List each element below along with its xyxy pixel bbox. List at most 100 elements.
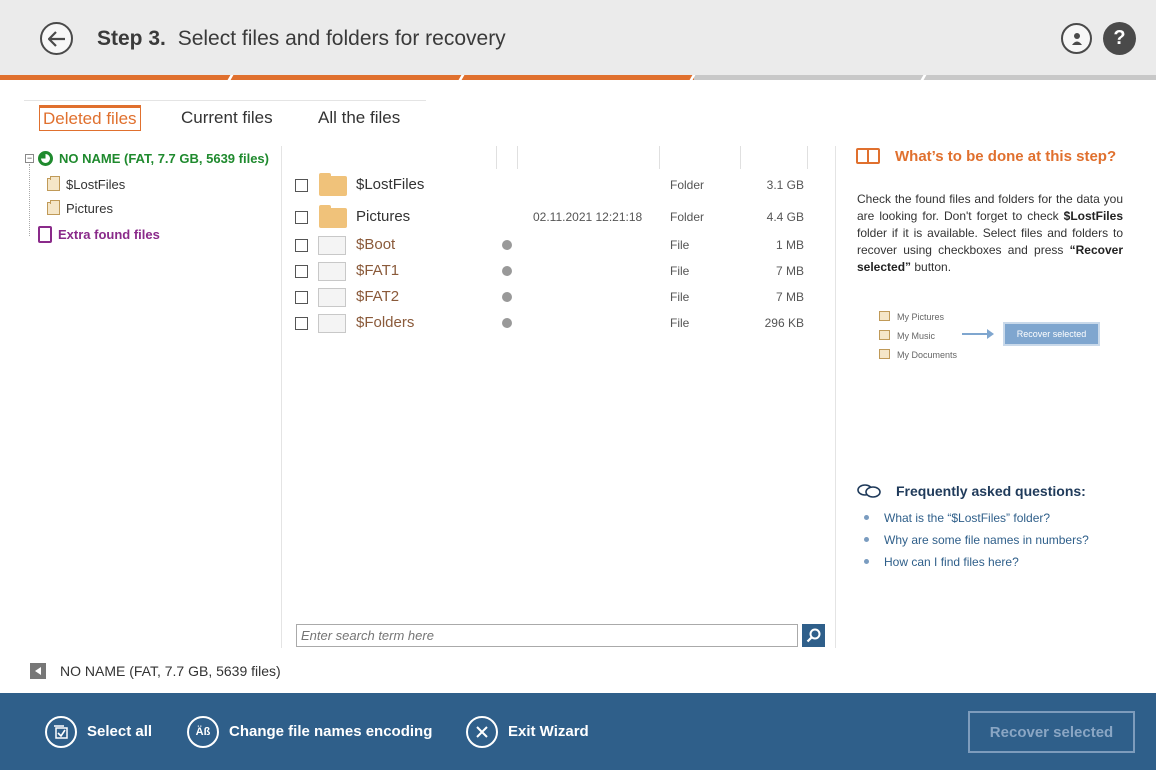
- step-title: Select files and folders for recovery: [177, 27, 506, 50]
- illustration-item: My Documents: [897, 350, 958, 360]
- faq-link[interactable]: Why are some file names in numbers?: [884, 533, 1089, 547]
- file-name: $FAT1: [356, 262, 400, 279]
- search-input[interactable]: [296, 624, 798, 647]
- file-size: 4.4 GB: [766, 210, 804, 224]
- tree-item-label: $LostFiles: [66, 177, 126, 192]
- book-icon: [856, 148, 880, 164]
- file-name: $LostFiles: [356, 176, 425, 193]
- exit-wizard-label: Exit Wizard: [508, 723, 589, 740]
- faq-title: Frequently asked questions:: [896, 483, 1086, 499]
- file-type: File: [670, 264, 690, 278]
- search-icon: [806, 628, 821, 643]
- help-text-part: button.: [911, 260, 952, 274]
- file-checkbox[interactable]: [295, 179, 308, 192]
- column-divider[interactable]: [740, 146, 741, 169]
- file-date: 02.11.2021 12:21:18: [533, 210, 643, 224]
- tree-item-label: Pictures: [66, 201, 113, 216]
- tab-current-files[interactable]: Current files: [181, 108, 273, 128]
- file-row[interactable]: $FAT1 File 7 MB: [283, 258, 836, 284]
- deleted-status-icon: [502, 292, 512, 302]
- file-icon: [318, 236, 346, 255]
- faq-link[interactable]: How can I find files here?: [884, 555, 1019, 569]
- select-all-label: Select all: [87, 723, 153, 740]
- tree-item-pictures[interactable]: Pictures: [47, 200, 113, 216]
- arrow-right-icon: [962, 329, 994, 339]
- file-row[interactable]: $FAT2 File 7 MB: [283, 284, 836, 310]
- folder-icon: [879, 330, 890, 340]
- disk-icon: [38, 151, 53, 166]
- illustration-item: My Pictures: [897, 312, 945, 322]
- collapse-toggle[interactable]: −: [25, 154, 34, 163]
- file-name: $Folders: [356, 314, 415, 331]
- folder-icon: [47, 176, 60, 191]
- question-icon: ?: [1113, 27, 1126, 49]
- recover-selected-button[interactable]: Recover selected: [968, 711, 1135, 753]
- file-checkbox[interactable]: [295, 317, 308, 330]
- tree-item-extra-found-files[interactable]: Extra found files: [38, 226, 160, 243]
- file-view-tabs: Deleted files Current files All the file…: [24, 100, 426, 131]
- tree-item-label: Extra found files: [58, 227, 160, 242]
- deleted-status-icon: [502, 266, 512, 276]
- file-row[interactable]: $LostFiles Folder 3.1 GB: [283, 170, 836, 196]
- file-type: File: [670, 290, 690, 304]
- tab-all-files[interactable]: All the files: [318, 108, 400, 128]
- file-size: 7 MB: [775, 264, 804, 278]
- change-encoding-button[interactable]: Äß Change file names encoding: [187, 715, 432, 748]
- triangle-left-icon: [35, 667, 41, 675]
- account-button[interactable]: [1061, 23, 1092, 54]
- folder-icon: [879, 311, 890, 321]
- column-divider[interactable]: [517, 146, 518, 169]
- file-checkbox[interactable]: [295, 211, 308, 224]
- file-row[interactable]: $Folders File 296 KB: [283, 310, 836, 336]
- file-type: File: [670, 316, 690, 330]
- user-icon: [1071, 32, 1082, 45]
- wizard-footer: Select all Äß Change file names encoding…: [0, 693, 1156, 770]
- progress-separator: [920, 75, 927, 80]
- file-size: 7 MB: [775, 290, 804, 304]
- file-checkbox[interactable]: [295, 291, 308, 304]
- back-button[interactable]: [40, 22, 73, 55]
- select-all-button[interactable]: Select all: [45, 715, 152, 748]
- file-list: $LostFiles Folder 3.1 GB Pictures 02.11.2021…: [283, 146, 836, 648]
- help-text-bold: $LostFiles: [1063, 209, 1123, 223]
- column-divider[interactable]: [659, 146, 660, 169]
- file-row[interactable]: $Boot File 1 MB: [283, 232, 836, 258]
- file-name: Pictures: [356, 208, 411, 225]
- file-checkbox[interactable]: [295, 265, 308, 278]
- bullet-icon: [864, 559, 869, 564]
- help-button[interactable]: ?: [1103, 22, 1136, 55]
- file-size: 296 KB: [764, 316, 804, 330]
- encoding-icon: Äß: [187, 715, 219, 748]
- wizard-header: Step 3. Select files and folders for rec…: [0, 0, 1156, 76]
- tree-root[interactable]: − NO NAME (FAT, 7.7 GB, 5639 files): [25, 151, 269, 166]
- column-divider[interactable]: [807, 146, 808, 169]
- close-icon: [466, 715, 498, 748]
- arrow-left-icon: [47, 30, 65, 47]
- column-divider[interactable]: [496, 146, 497, 169]
- tree-root-label: NO NAME (FAT, 7.7 GB, 5639 files): [59, 151, 269, 166]
- exit-wizard-button[interactable]: Exit Wizard: [466, 715, 589, 748]
- search-button[interactable]: [802, 624, 825, 647]
- faq-link[interactable]: What is the “$LostFiles” folder?: [884, 511, 1050, 525]
- collapse-panel-button[interactable]: [30, 663, 46, 679]
- folder-icon: [879, 349, 890, 359]
- faq-icon: [857, 484, 881, 498]
- folder-icon: [319, 205, 347, 228]
- file-checkbox[interactable]: [295, 239, 308, 252]
- deleted-status-icon: [502, 240, 512, 250]
- step-label: Step 3.: [97, 27, 166, 50]
- folder-icon: [319, 173, 347, 196]
- illustration-recover-button: Recover selected: [1003, 322, 1100, 346]
- help-text: Check the found files and folders for th…: [857, 191, 1123, 276]
- page-title: Step 3. Select files and folders for rec…: [97, 27, 506, 51]
- tree-guide-line: [29, 164, 30, 236]
- file-icon: [318, 288, 346, 307]
- file-size: 3.1 GB: [766, 178, 804, 192]
- file-name: $FAT2: [356, 288, 400, 305]
- document-icon: [38, 226, 52, 243]
- tab-deleted-files[interactable]: Deleted files: [39, 105, 141, 131]
- progress-fill: [0, 75, 694, 80]
- tree-item-lostfiles[interactable]: $LostFiles: [47, 176, 126, 192]
- file-row[interactable]: Pictures 02.11.2021 12:21:18 Folder 4.4 GB: [283, 202, 836, 228]
- folder-icon: [47, 200, 60, 215]
